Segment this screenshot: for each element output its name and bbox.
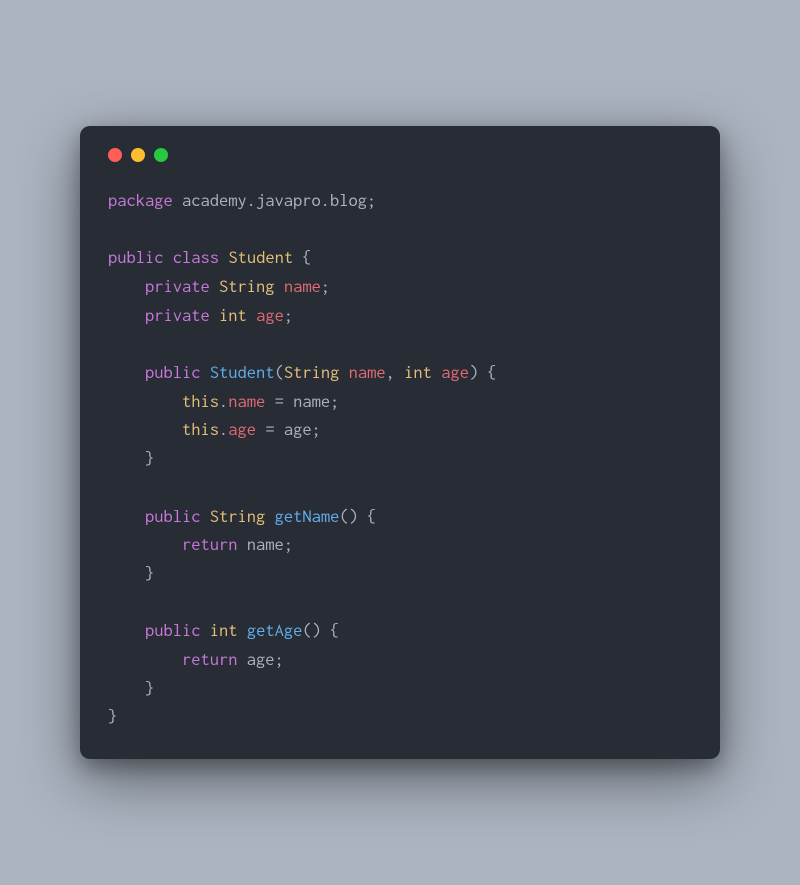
keyword-public: public <box>145 506 201 526</box>
maximize-icon[interactable] <box>154 148 168 162</box>
brace-close: } <box>145 448 154 468</box>
keyword-private: private <box>145 305 210 325</box>
parens: () <box>339 506 358 526</box>
field-age: age <box>256 305 284 325</box>
semicolon: ; <box>275 649 284 669</box>
brace-open: { <box>330 620 339 640</box>
keyword-this: this <box>182 419 219 439</box>
dot: . <box>219 391 228 411</box>
type-int: int <box>219 305 247 325</box>
value-name: name <box>293 391 330 411</box>
code-window: package academy.javapro.blog; public cla… <box>80 126 720 759</box>
semicolon: ; <box>284 305 293 325</box>
constructor-name: Student <box>210 362 275 382</box>
brace-open: { <box>367 506 376 526</box>
keyword-return: return <box>182 649 238 669</box>
param-age: age <box>441 362 469 382</box>
paren-close: ) <box>469 362 478 382</box>
semicolon: ; <box>330 391 339 411</box>
semicolon: ; <box>284 534 293 554</box>
brace-open: { <box>302 247 311 267</box>
value-age: age <box>284 419 312 439</box>
keyword-class: class <box>173 247 219 267</box>
class-name: Student <box>228 247 293 267</box>
comma: , <box>386 362 395 382</box>
method-getname: getName <box>275 506 340 526</box>
return-type-string: String <box>210 506 266 526</box>
type-string: String <box>219 276 275 296</box>
field-name: name <box>284 276 321 296</box>
minimize-icon[interactable] <box>131 148 145 162</box>
param-type-int: int <box>404 362 432 382</box>
keyword-public: public <box>145 620 201 640</box>
field-age-ref: age <box>228 419 256 439</box>
brace-open: { <box>487 362 496 382</box>
field-name-ref: name <box>228 391 265 411</box>
code-block: package academy.javapro.blog; public cla… <box>108 186 692 731</box>
semicolon: ; <box>321 276 330 296</box>
semicolon: ; <box>312 419 321 439</box>
paren-open: ( <box>275 362 284 382</box>
dot: . <box>219 419 228 439</box>
brace-close: } <box>145 563 154 583</box>
param-name: name <box>349 362 386 382</box>
parens: () <box>302 620 321 640</box>
keyword-package: package <box>108 190 173 210</box>
keyword-return: return <box>182 534 238 554</box>
brace-close: } <box>108 706 117 726</box>
keyword-public: public <box>108 247 164 267</box>
package-name: academy.javapro.blog <box>173 190 367 210</box>
equals: = <box>265 391 293 411</box>
semicolon: ; <box>367 190 376 210</box>
return-type-int: int <box>210 620 238 640</box>
return-value-name: name <box>247 534 284 554</box>
param-type-string: String <box>284 362 340 382</box>
close-icon[interactable] <box>108 148 122 162</box>
equals: = <box>256 419 284 439</box>
return-value-age: age <box>247 649 275 669</box>
traffic-lights <box>108 148 692 162</box>
keyword-private: private <box>145 276 210 296</box>
brace-close: } <box>145 678 154 698</box>
keyword-this: this <box>182 391 219 411</box>
method-getage: getAge <box>247 620 303 640</box>
keyword-public: public <box>145 362 201 382</box>
